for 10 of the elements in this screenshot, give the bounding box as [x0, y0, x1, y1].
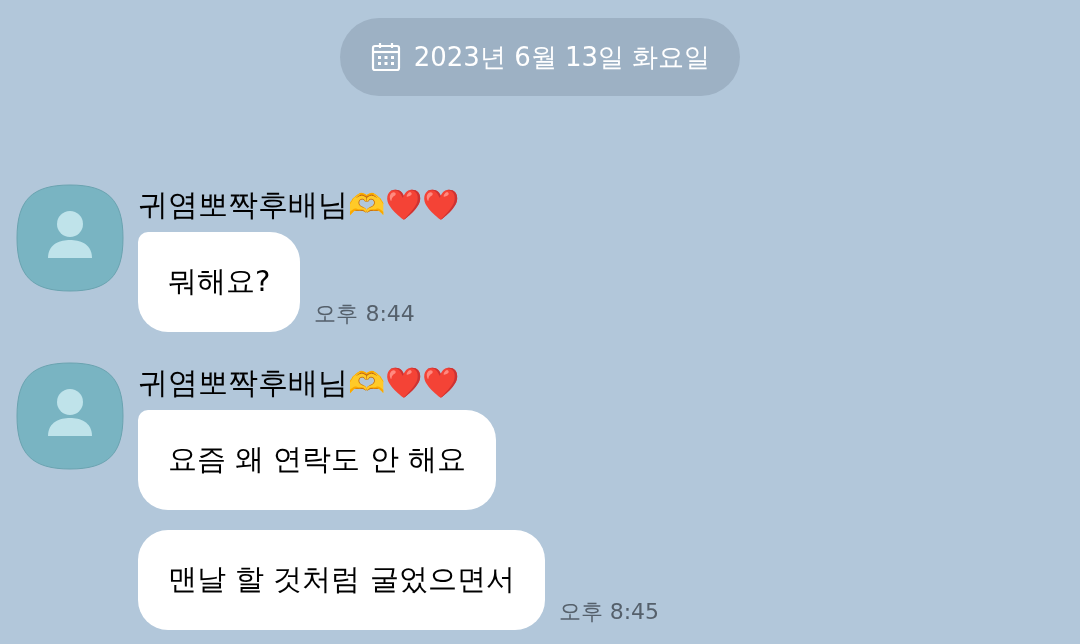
message-time: 오후 8:44	[314, 300, 415, 328]
avatar-icon[interactable]	[16, 362, 124, 470]
calendar-icon	[369, 41, 402, 73]
message-time: 오후 8:45	[558, 598, 660, 626]
sender-name: 귀염뽀짝후배님🫶❤❤	[138, 186, 459, 224]
message-bubble: 뭐해요?	[138, 232, 301, 332]
message-bubble: 요즘 왜 연락도 안 해요	[138, 410, 496, 510]
avatar-icon[interactable]	[16, 184, 124, 292]
sender-name: 귀염뽀짝후배님🫶❤❤	[138, 364, 460, 402]
message-bubble: 맨날 할 것처럼 굴었으면서	[138, 530, 545, 630]
